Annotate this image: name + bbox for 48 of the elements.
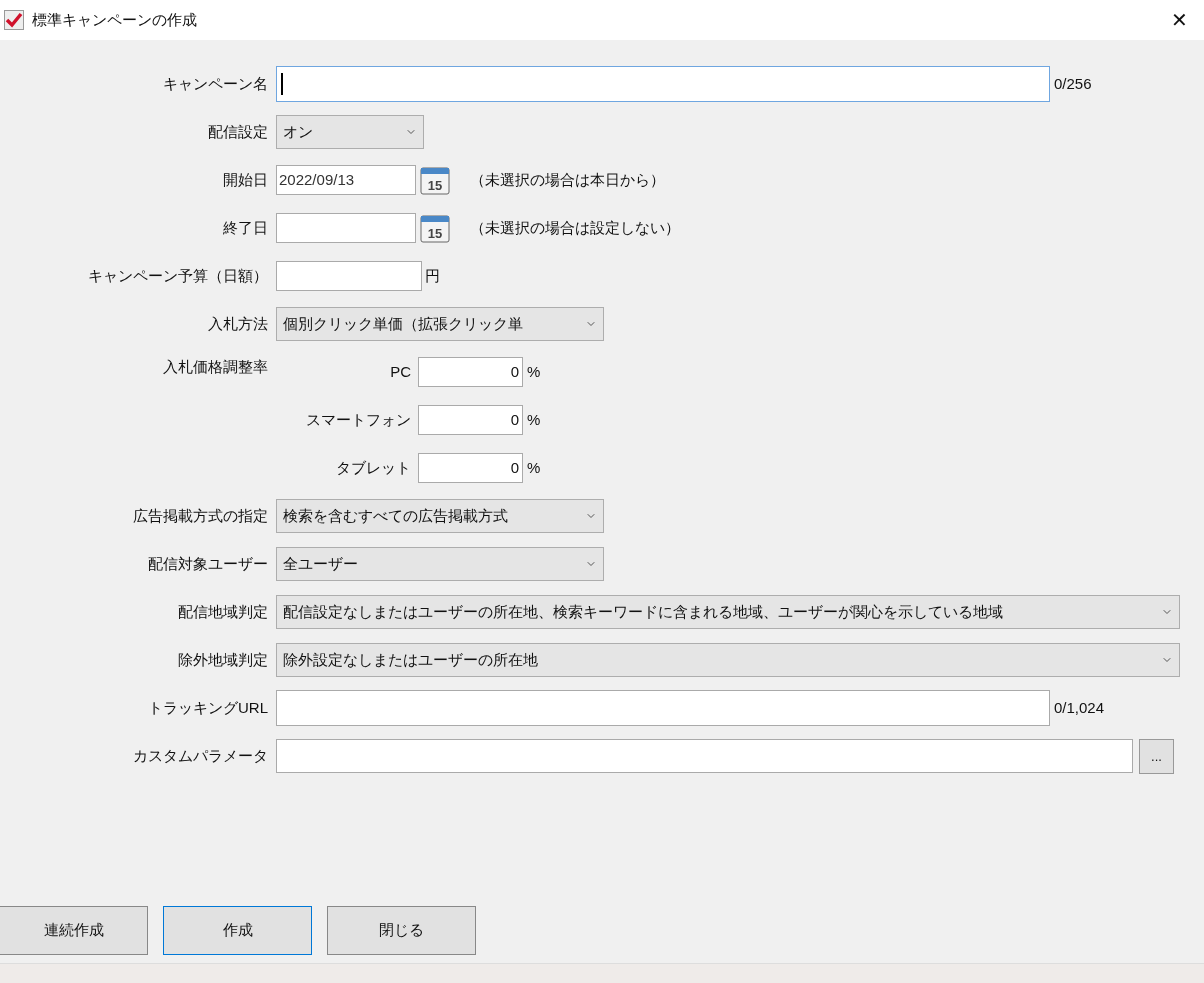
field-label: 入札価格調整率 [163, 357, 268, 376]
field-label: キャンペーン名 [163, 73, 268, 94]
field-label: 配信地域判定 [178, 601, 268, 622]
field-label: キャンペーン予算（日額） [88, 265, 268, 286]
calendar-button[interactable]: 15 [420, 165, 450, 195]
field-label: 除外地域判定 [178, 649, 268, 670]
dropdown[interactable]: 検索を含むすべての広告掲載方式 [276, 499, 604, 533]
field-label: 入札方法 [208, 313, 268, 334]
hint-text: （未選択の場合は設定しない） [470, 217, 680, 238]
field-label: 開始日 [223, 169, 268, 190]
dialog-button[interactable]: 作成 [163, 906, 312, 955]
device-label: PC [390, 361, 411, 382]
hint-text: （未選択の場合は本日から） [470, 169, 665, 190]
percent-input[interactable]: 0 [418, 453, 523, 483]
window-title: 標準キャンペーンの作成 [32, 9, 197, 30]
app-icon [4, 10, 24, 30]
character-counter: 0/256 [1054, 73, 1092, 94]
percent-input[interactable]: 0 [418, 357, 523, 387]
dropdown[interactable]: 全ユーザー [276, 547, 604, 581]
field-label: トラッキングURL [148, 697, 268, 718]
date-input[interactable] [276, 213, 416, 243]
calendar-button[interactable]: 15 [420, 213, 450, 243]
dropdown[interactable]: オン [276, 115, 424, 149]
date-input[interactable]: 2022/09/13 [276, 165, 416, 195]
dropdown[interactable]: 配信設定なしまたはユーザーの所在地、検索キーワードに含まれる地域、ユーザーが関心を示している地域 [276, 595, 1180, 629]
browse-button[interactable]: ... [1139, 738, 1174, 774]
field-label: 配信対象ユーザー [148, 553, 268, 574]
field-label: 配信設定 [208, 121, 268, 142]
text-input[interactable] [276, 66, 1050, 102]
text-input[interactable] [276, 690, 1050, 726]
dropdown[interactable]: 個別クリック単価（拡張クリック単 [276, 307, 604, 341]
percent-input[interactable]: 0 [418, 405, 523, 435]
parameter-input[interactable] [276, 739, 1133, 773]
unit-label: 円 [425, 265, 440, 286]
percent-sign: % [527, 409, 541, 430]
dialog-button[interactable]: 閉じる [327, 906, 476, 955]
device-label: スマートフォン [306, 409, 411, 430]
field-label: カスタムパラメータ [133, 745, 268, 766]
field-label: 広告掲載方式の指定 [133, 505, 268, 526]
dialog-button[interactable]: 連続作成 [0, 906, 148, 955]
dropdown[interactable]: 除外設定なしまたはユーザーの所在地 [276, 643, 1180, 677]
percent-sign: % [527, 361, 541, 382]
character-counter: 0/1,024 [1054, 697, 1105, 718]
budget-input[interactable] [276, 261, 422, 291]
percent-sign: % [527, 457, 541, 478]
close-button[interactable]: ✕ [1167, 10, 1192, 30]
field-label: 終了日 [223, 217, 268, 238]
device-label: タブレット [336, 457, 411, 478]
